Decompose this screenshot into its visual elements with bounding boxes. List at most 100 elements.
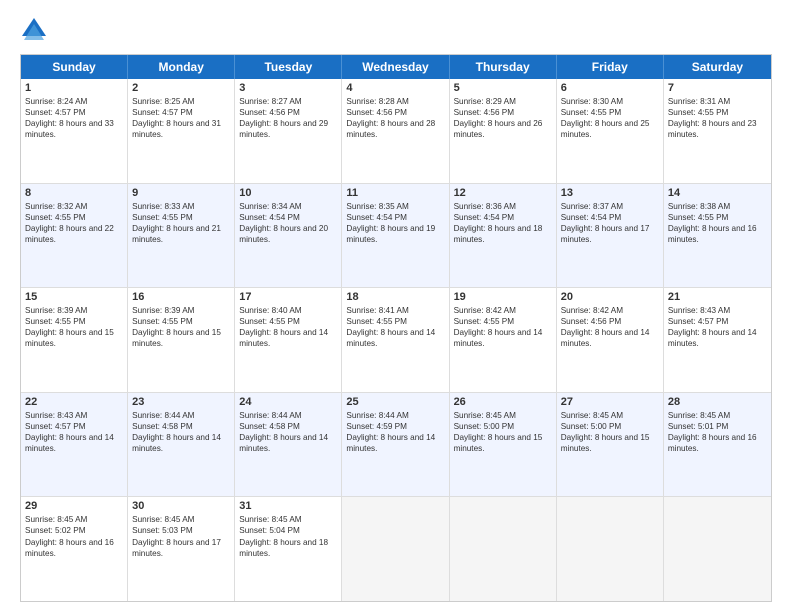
day-number: 6 <box>561 82 659 94</box>
day-number: 19 <box>454 291 552 303</box>
calendar-header: SundayMondayTuesdayWednesdayThursdayFrid… <box>21 55 771 79</box>
day-number: 30 <box>132 500 230 512</box>
day-header-monday: Monday <box>128 55 235 79</box>
cell-info: Sunrise: 8:35 AMSunset: 4:54 PMDaylight:… <box>346 202 435 244</box>
day-number: 7 <box>668 82 767 94</box>
day-cell-24: 24 Sunrise: 8:44 AMSunset: 4:58 PMDaylig… <box>235 393 342 497</box>
day-cell-5: 5 Sunrise: 8:29 AMSunset: 4:56 PMDayligh… <box>450 79 557 183</box>
calendar-row-2: 8 Sunrise: 8:32 AMSunset: 4:55 PMDayligh… <box>21 184 771 289</box>
calendar-body: 1 Sunrise: 8:24 AMSunset: 4:57 PMDayligh… <box>21 79 771 601</box>
logo <box>20 16 52 44</box>
day-number: 13 <box>561 187 659 199</box>
day-cell-9: 9 Sunrise: 8:33 AMSunset: 4:55 PMDayligh… <box>128 184 235 288</box>
day-cell-16: 16 Sunrise: 8:39 AMSunset: 4:55 PMDaylig… <box>128 288 235 392</box>
day-number: 8 <box>25 187 123 199</box>
cell-info: Sunrise: 8:43 AMSunset: 4:57 PMDaylight:… <box>668 306 757 348</box>
header <box>20 16 772 44</box>
day-header-tuesday: Tuesday <box>235 55 342 79</box>
calendar-row-5: 29 Sunrise: 8:45 AMSunset: 5:02 PMDaylig… <box>21 497 771 601</box>
day-cell-12: 12 Sunrise: 8:36 AMSunset: 4:54 PMDaylig… <box>450 184 557 288</box>
cell-info: Sunrise: 8:27 AMSunset: 4:56 PMDaylight:… <box>239 97 328 139</box>
day-number: 18 <box>346 291 444 303</box>
day-number: 27 <box>561 396 659 408</box>
calendar-row-1: 1 Sunrise: 8:24 AMSunset: 4:57 PMDayligh… <box>21 79 771 184</box>
day-header-wednesday: Wednesday <box>342 55 449 79</box>
day-cell-26: 26 Sunrise: 8:45 AMSunset: 5:00 PMDaylig… <box>450 393 557 497</box>
day-cell-23: 23 Sunrise: 8:44 AMSunset: 4:58 PMDaylig… <box>128 393 235 497</box>
day-number: 23 <box>132 396 230 408</box>
day-number: 15 <box>25 291 123 303</box>
empty-cell <box>342 497 449 601</box>
cell-info: Sunrise: 8:42 AMSunset: 4:56 PMDaylight:… <box>561 306 650 348</box>
cell-info: Sunrise: 8:34 AMSunset: 4:54 PMDaylight:… <box>239 202 328 244</box>
cell-info: Sunrise: 8:45 AMSunset: 5:04 PMDaylight:… <box>239 515 328 557</box>
empty-cell <box>557 497 664 601</box>
day-number: 26 <box>454 396 552 408</box>
day-number: 3 <box>239 82 337 94</box>
day-cell-30: 30 Sunrise: 8:45 AMSunset: 5:03 PMDaylig… <box>128 497 235 601</box>
day-number: 28 <box>668 396 767 408</box>
calendar-row-4: 22 Sunrise: 8:43 AMSunset: 4:57 PMDaylig… <box>21 393 771 498</box>
day-number: 2 <box>132 82 230 94</box>
day-number: 4 <box>346 82 444 94</box>
cell-info: Sunrise: 8:39 AMSunset: 4:55 PMDaylight:… <box>132 306 221 348</box>
day-number: 12 <box>454 187 552 199</box>
day-cell-14: 14 Sunrise: 8:38 AMSunset: 4:55 PMDaylig… <box>664 184 771 288</box>
day-number: 24 <box>239 396 337 408</box>
cell-info: Sunrise: 8:45 AMSunset: 5:01 PMDaylight:… <box>668 411 757 453</box>
day-cell-1: 1 Sunrise: 8:24 AMSunset: 4:57 PMDayligh… <box>21 79 128 183</box>
day-number: 21 <box>668 291 767 303</box>
calendar-row-3: 15 Sunrise: 8:39 AMSunset: 4:55 PMDaylig… <box>21 288 771 393</box>
logo-icon <box>20 16 48 44</box>
cell-info: Sunrise: 8:39 AMSunset: 4:55 PMDaylight:… <box>25 306 114 348</box>
day-number: 5 <box>454 82 552 94</box>
cell-info: Sunrise: 8:44 AMSunset: 4:58 PMDaylight:… <box>132 411 221 453</box>
day-cell-29: 29 Sunrise: 8:45 AMSunset: 5:02 PMDaylig… <box>21 497 128 601</box>
cell-info: Sunrise: 8:29 AMSunset: 4:56 PMDaylight:… <box>454 97 543 139</box>
cell-info: Sunrise: 8:37 AMSunset: 4:54 PMDaylight:… <box>561 202 650 244</box>
day-cell-22: 22 Sunrise: 8:43 AMSunset: 4:57 PMDaylig… <box>21 393 128 497</box>
day-cell-19: 19 Sunrise: 8:42 AMSunset: 4:55 PMDaylig… <box>450 288 557 392</box>
day-number: 25 <box>346 396 444 408</box>
empty-cell <box>664 497 771 601</box>
cell-info: Sunrise: 8:31 AMSunset: 4:55 PMDaylight:… <box>668 97 757 139</box>
cell-info: Sunrise: 8:33 AMSunset: 4:55 PMDaylight:… <box>132 202 221 244</box>
day-header-friday: Friday <box>557 55 664 79</box>
cell-info: Sunrise: 8:45 AMSunset: 5:00 PMDaylight:… <box>454 411 543 453</box>
day-cell-25: 25 Sunrise: 8:44 AMSunset: 4:59 PMDaylig… <box>342 393 449 497</box>
day-cell-8: 8 Sunrise: 8:32 AMSunset: 4:55 PMDayligh… <box>21 184 128 288</box>
day-number: 1 <box>25 82 123 94</box>
day-number: 31 <box>239 500 337 512</box>
day-cell-31: 31 Sunrise: 8:45 AMSunset: 5:04 PMDaylig… <box>235 497 342 601</box>
day-number: 11 <box>346 187 444 199</box>
day-cell-2: 2 Sunrise: 8:25 AMSunset: 4:57 PMDayligh… <box>128 79 235 183</box>
day-cell-20: 20 Sunrise: 8:42 AMSunset: 4:56 PMDaylig… <box>557 288 664 392</box>
cell-info: Sunrise: 8:30 AMSunset: 4:55 PMDaylight:… <box>561 97 650 139</box>
cell-info: Sunrise: 8:45 AMSunset: 5:02 PMDaylight:… <box>25 515 114 557</box>
day-cell-6: 6 Sunrise: 8:30 AMSunset: 4:55 PMDayligh… <box>557 79 664 183</box>
day-number: 17 <box>239 291 337 303</box>
cell-info: Sunrise: 8:42 AMSunset: 4:55 PMDaylight:… <box>454 306 543 348</box>
cell-info: Sunrise: 8:44 AMSunset: 4:59 PMDaylight:… <box>346 411 435 453</box>
day-cell-28: 28 Sunrise: 8:45 AMSunset: 5:01 PMDaylig… <box>664 393 771 497</box>
cell-info: Sunrise: 8:45 AMSunset: 5:03 PMDaylight:… <box>132 515 221 557</box>
day-cell-10: 10 Sunrise: 8:34 AMSunset: 4:54 PMDaylig… <box>235 184 342 288</box>
cell-info: Sunrise: 8:32 AMSunset: 4:55 PMDaylight:… <box>25 202 114 244</box>
day-cell-15: 15 Sunrise: 8:39 AMSunset: 4:55 PMDaylig… <box>21 288 128 392</box>
day-header-thursday: Thursday <box>450 55 557 79</box>
day-number: 16 <box>132 291 230 303</box>
day-header-sunday: Sunday <box>21 55 128 79</box>
day-cell-3: 3 Sunrise: 8:27 AMSunset: 4:56 PMDayligh… <box>235 79 342 183</box>
cell-info: Sunrise: 8:28 AMSunset: 4:56 PMDaylight:… <box>346 97 435 139</box>
page: SundayMondayTuesdayWednesdayThursdayFrid… <box>0 0 792 612</box>
day-header-saturday: Saturday <box>664 55 771 79</box>
day-number: 10 <box>239 187 337 199</box>
day-cell-17: 17 Sunrise: 8:40 AMSunset: 4:55 PMDaylig… <box>235 288 342 392</box>
cell-info: Sunrise: 8:38 AMSunset: 4:55 PMDaylight:… <box>668 202 757 244</box>
day-cell-18: 18 Sunrise: 8:41 AMSunset: 4:55 PMDaylig… <box>342 288 449 392</box>
day-cell-27: 27 Sunrise: 8:45 AMSunset: 5:00 PMDaylig… <box>557 393 664 497</box>
day-cell-13: 13 Sunrise: 8:37 AMSunset: 4:54 PMDaylig… <box>557 184 664 288</box>
empty-cell <box>450 497 557 601</box>
cell-info: Sunrise: 8:43 AMSunset: 4:57 PMDaylight:… <box>25 411 114 453</box>
day-cell-4: 4 Sunrise: 8:28 AMSunset: 4:56 PMDayligh… <box>342 79 449 183</box>
